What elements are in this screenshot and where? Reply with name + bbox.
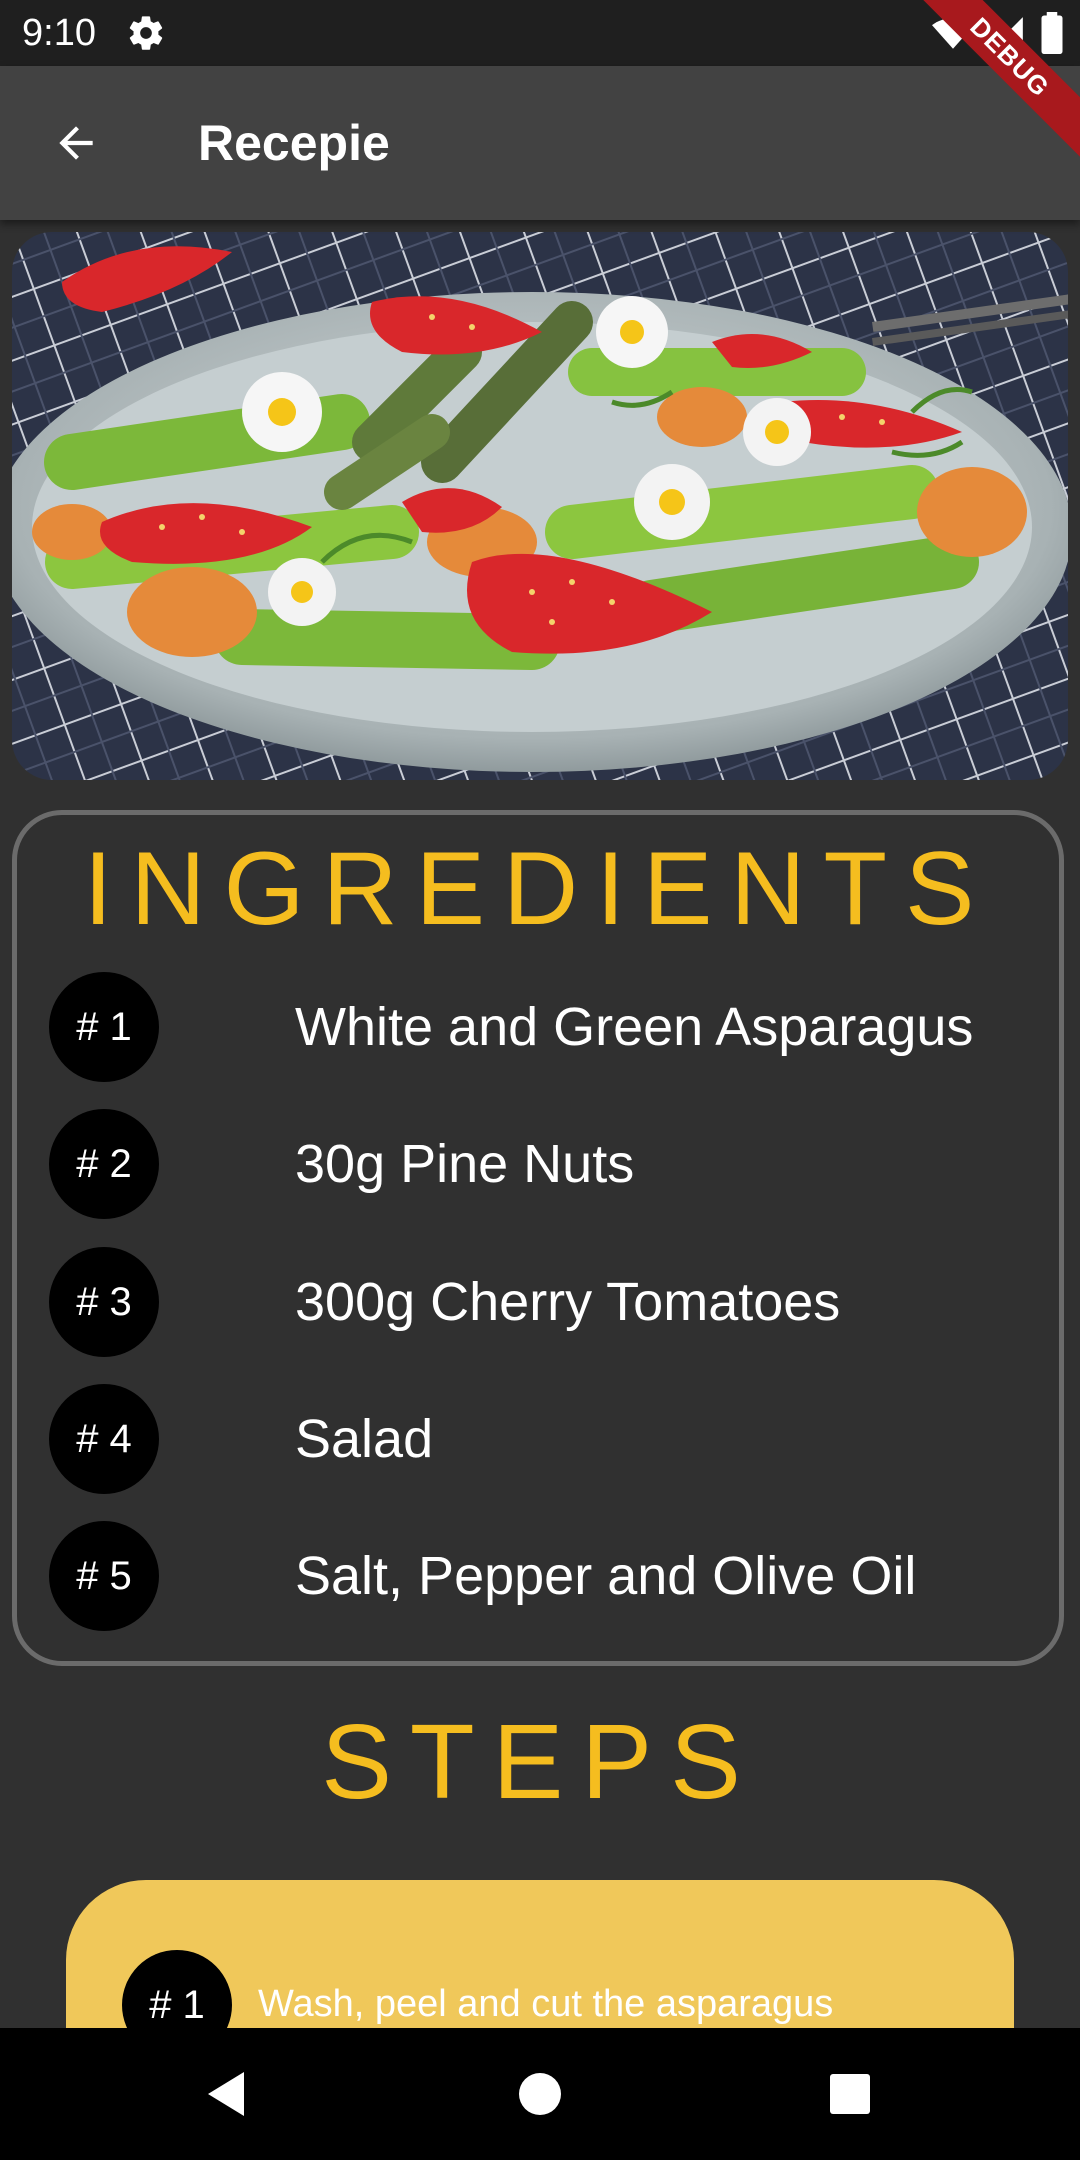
app-bar: Recepie: [0, 66, 1080, 220]
system-nav-bar: [0, 2028, 1080, 2160]
ingredient-text: Salt, Pepper and Olive Oil: [295, 1546, 917, 1606]
ingredient-text: 300g Cherry Tomatoes: [295, 1272, 841, 1332]
app-title: Recepie: [198, 115, 390, 171]
nav-back-button[interactable]: [196, 2064, 256, 2124]
steps-title: STEPS: [321, 1703, 759, 1821]
salad-plate-illustration: [12, 232, 1068, 780]
arrow-back-icon: [59, 126, 93, 160]
ingredients-card: INGREDIENTS # 1 White and Green Asparagu…: [12, 810, 1064, 1666]
ingredient-item: # 1 White and Green Asparagus: [49, 972, 1049, 1082]
ingredient-text: White and Green Asparagus: [295, 997, 974, 1057]
settings-icon: [129, 16, 163, 50]
ingredient-item: # 2 30g Pine Nuts: [49, 1109, 1049, 1219]
back-button[interactable]: [36, 110, 116, 176]
ingredients-title: INGREDIENTS: [83, 831, 993, 947]
back-triangle-icon: [208, 2072, 244, 2116]
ingredient-item: # 3 300g Cherry Tomatoes: [49, 1247, 1049, 1357]
ingredient-item: # 4 Salad: [49, 1384, 1049, 1494]
home-circle-icon: [519, 2073, 561, 2115]
status-bar: 9:10: [0, 0, 1080, 66]
ingredient-number-badge: # 3: [49, 1247, 159, 1357]
recipe-screen: 9:10 DEBUG Recepie INGREDIENTS # 1 White…: [0, 0, 1080, 2160]
ingredient-number-badge: # 2: [49, 1109, 159, 1219]
nav-recents-button[interactable]: [820, 2064, 880, 2124]
ingredient-number-badge: # 4: [49, 1384, 159, 1494]
recipe-photo: [12, 232, 1068, 780]
battery-icon: [1041, 12, 1063, 54]
ingredient-item: # 5 Salt, Pepper and Olive Oil: [49, 1521, 1049, 1631]
ingredient-number-badge: # 5: [49, 1521, 159, 1631]
nav-home-button[interactable]: [510, 2064, 570, 2124]
ingredient-text: 30g Pine Nuts: [295, 1134, 635, 1194]
status-time: 9:10: [22, 12, 96, 54]
step-text: Wash, peel and cut the asparagus: [258, 1983, 834, 2025]
ingredient-number-badge: # 1: [49, 972, 159, 1082]
recents-square-icon: [830, 2074, 870, 2114]
ingredient-text: Salad: [295, 1409, 434, 1469]
